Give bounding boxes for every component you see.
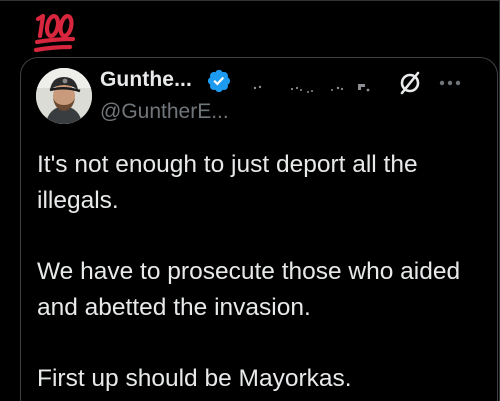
post-paragraph: First up should be Mayorkas.: [37, 365, 352, 392]
avatar[interactable]: [36, 68, 92, 124]
post-paragraph: It's not enough to just deport all the i…: [37, 151, 418, 214]
post-body: It's not enough to just deport all the i…: [37, 147, 482, 397]
empty-set-icon: [400, 71, 420, 95]
more-options-icon[interactable]: [438, 78, 462, 88]
partial-icons: [253, 84, 370, 93]
author-handle[interactable]: @GuntherE...: [100, 100, 229, 124]
verified-badge-icon: [207, 69, 231, 93]
hundred-points-emoji-icon: [33, 13, 76, 53]
author-display-name[interactable]: Gunthe...: [100, 68, 192, 92]
post-paragraph: We have to prosecute those who aided and…: [37, 258, 461, 321]
avatar-photo: [36, 68, 92, 124]
